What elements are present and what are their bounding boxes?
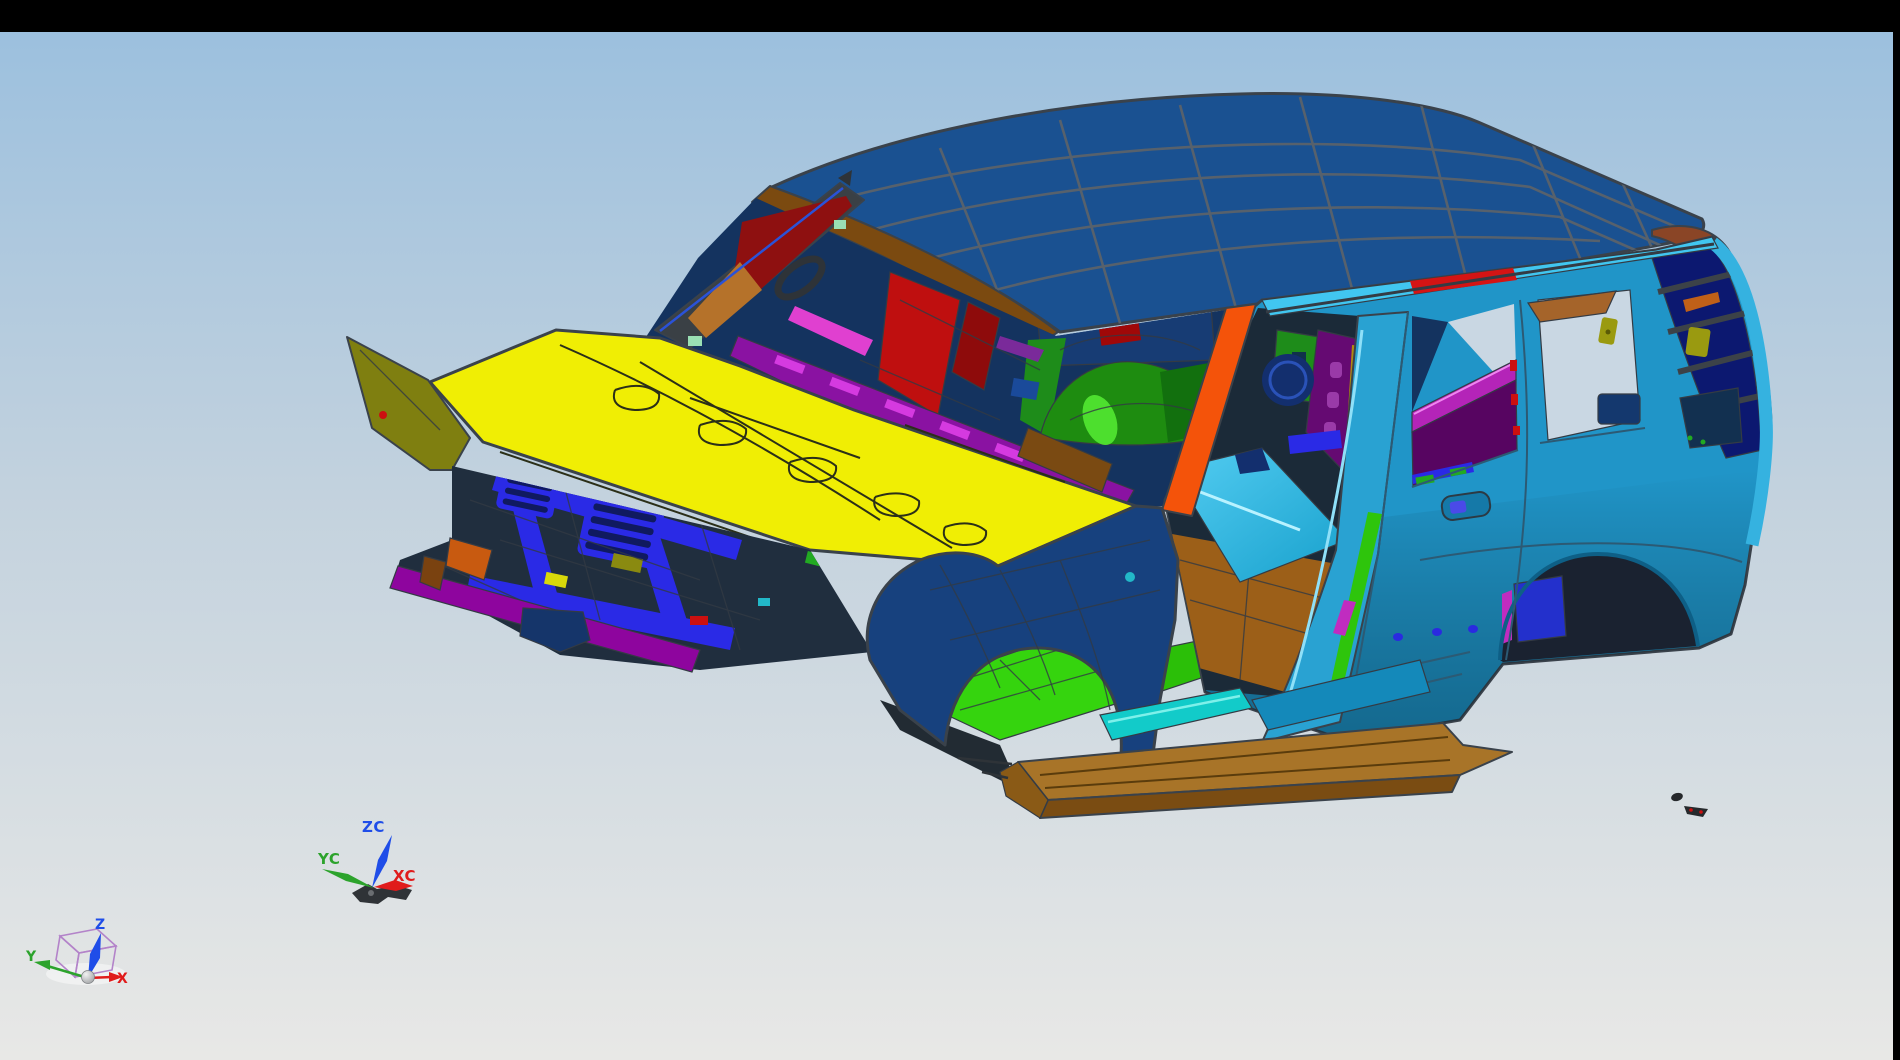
wcs-x-label: XC <box>393 867 416 885</box>
datum-y-label: Y <box>25 949 37 965</box>
handle-blue-insert <box>1449 500 1467 514</box>
arch-blue-box[interactable] <box>1514 576 1566 642</box>
datum-origin-sphere[interactable] <box>82 971 95 984</box>
quarter-tab-dot <box>1606 330 1611 335</box>
debris-red-dot-1 <box>1689 808 1693 812</box>
a-pillar-mint-1 <box>834 220 846 229</box>
datum-z-label: Z <box>95 917 105 933</box>
fender-cyan-dot <box>1125 572 1135 582</box>
liftgate-olive-plate[interactable] <box>1685 327 1711 358</box>
wcs-base-hole <box>368 890 374 896</box>
wcs-z-label: ZC <box>362 818 385 836</box>
debris-red-dot-2 <box>1699 810 1703 814</box>
datum-x-label: X <box>117 971 128 987</box>
a-pillar-mint-2 <box>688 336 702 346</box>
front-red-part[interactable] <box>690 616 708 625</box>
right-edge-bar <box>1893 0 1900 1060</box>
headlamp-red-dot <box>379 411 387 419</box>
wcs-y-label: YC <box>317 850 340 868</box>
front-cyan-part[interactable] <box>758 598 770 606</box>
cad-viewport[interactable]: ZC YC XC Z Y X <box>0 0 1900 1060</box>
quarter-box-navy[interactable] <box>1598 394 1640 424</box>
